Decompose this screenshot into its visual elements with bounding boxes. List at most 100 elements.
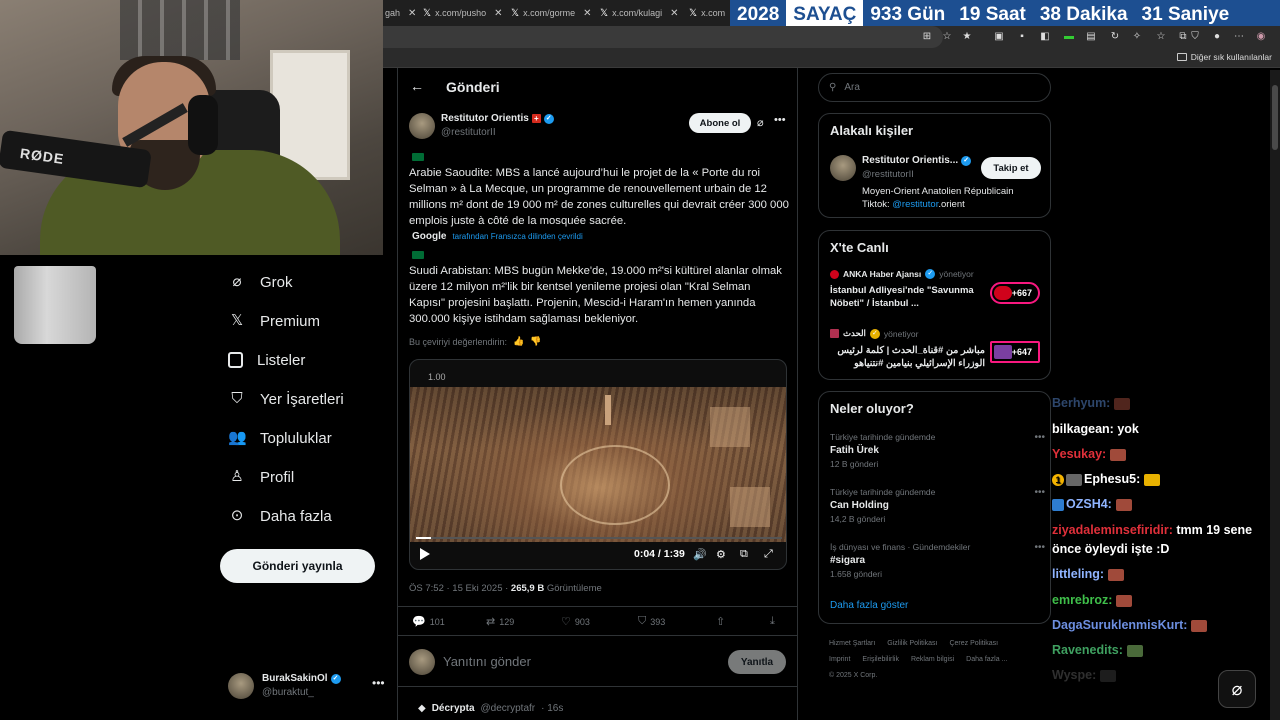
nav-item-premium[interactable]: 𝕏 Premium	[228, 309, 320, 333]
trend-item[interactable]: Türkiye tarihinde gündemde Fatih Ürek 12…	[830, 432, 1045, 469]
refresh-icon[interactable]: ↻	[1109, 31, 1121, 43]
star-icon[interactable]: ☆	[941, 31, 953, 43]
footer-link[interactable]: Gizlilik Politikası	[887, 640, 937, 647]
live-source: ANKA Haber Ajansı ✓ yönetiyor	[830, 269, 1045, 279]
show-more-link[interactable]: Daha fazla göster	[830, 600, 908, 611]
rate-translation: Bu çeviriyi değerlendirin: 👍 👎	[409, 336, 541, 347]
post-time[interactable]: ÖS 7:52 · 15 Eki 2025 ·	[409, 583, 508, 594]
subscribe-button[interactable]: Abone ol	[689, 113, 751, 133]
extension-icon[interactable]: ▬	[1063, 31, 1075, 43]
copilot-icon[interactable]: ◉	[1255, 31, 1267, 43]
share-action[interactable]: ⇧	[716, 615, 725, 628]
extensions-puzzle-icon[interactable]: ✧	[1131, 31, 1143, 43]
related-avatar[interactable]	[830, 155, 856, 181]
follow-button[interactable]: Takip et	[981, 157, 1041, 179]
video-progress-fill	[416, 537, 431, 539]
extension-icon[interactable]: ▪	[1016, 31, 1028, 43]
settings-gear-icon[interactable]: ⚙	[716, 548, 726, 561]
translated-label[interactable]: tarafından Fransızca dilinden çevrildi	[452, 232, 582, 241]
reply-input[interactable]: Yanıtını gönder	[443, 654, 531, 669]
thumbs-down-icon[interactable]: 👎	[530, 336, 541, 347]
reply-button[interactable]: Yanıtla	[728, 650, 786, 674]
footer-link[interactable]: Hizmet Şartları	[829, 640, 875, 647]
post-button[interactable]: Gönderi yayınla	[220, 549, 375, 583]
footer-link[interactable]: Imprint	[829, 656, 850, 663]
nav-item-grok[interactable]: ⌀ Grok	[228, 270, 292, 294]
browser-tab[interactable]: gah ✕	[385, 4, 419, 22]
footer-link[interactable]: Çerez Politikası	[949, 640, 998, 647]
profile-avatar-icon[interactable]: ●	[1211, 31, 1223, 43]
extension-icon[interactable]: ◧	[1039, 31, 1051, 43]
menu-dots-icon[interactable]: ⋯	[1233, 31, 1245, 43]
grok-explain-icon[interactable]: ⌀	[757, 116, 764, 129]
verified-icon: ✓	[925, 269, 936, 279]
live-item[interactable]: ANKA Haber Ajansı ✓ yönetiyor İstanbul Adl…	[830, 269, 1045, 310]
browser-tab[interactable]: 𝕏x.com/gorme ✕	[511, 4, 597, 22]
close-tab-icon[interactable]: ✕	[494, 8, 502, 19]
live-count: +667	[1011, 288, 1032, 298]
nav-item-profile[interactable]: ♙ Profil	[228, 465, 294, 489]
google-label: Google	[412, 231, 447, 242]
related-name-row[interactable]: Restitutor Orientis... ✓	[862, 155, 972, 166]
like-action[interactable]: ♡ 903	[561, 615, 590, 628]
thumbs-up-icon[interactable]: 👍	[513, 336, 524, 347]
extension-icon[interactable]: ▤	[1085, 31, 1097, 43]
nav-item-more[interactable]: ⊙ Daha fazla	[228, 504, 332, 528]
extension-icon[interactable]: ▣	[993, 31, 1005, 43]
x-favicon-icon: 𝕏	[511, 7, 520, 19]
favorite-star-icon[interactable]: ★	[961, 31, 973, 43]
video-frame[interactable]	[410, 387, 786, 542]
account-switcher[interactable]: BurakSakinOl ✓ @buraktut_ •••	[228, 672, 388, 702]
footer-link[interactable]: Reklam bilgisi	[911, 656, 954, 663]
footer-link[interactable]: Erişilebilirlik	[862, 656, 899, 663]
shield-icon[interactable]: ⛉	[1189, 31, 1201, 43]
video-progress[interactable]	[416, 537, 782, 539]
reply-action[interactable]: 💬 101	[412, 615, 445, 628]
author-avatar[interactable]	[409, 113, 435, 139]
emote-icon	[1100, 669, 1117, 682]
favorites-icon[interactable]: ☆	[1155, 31, 1167, 43]
collections-icon[interactable]: ⧉	[1177, 31, 1189, 43]
footer-link[interactable]: Daha fazla ...	[966, 656, 1007, 663]
nav-item-communities[interactable]: 👥 Topluluklar	[228, 426, 332, 450]
more-dots-icon[interactable]: •••	[774, 114, 786, 126]
more-dots-icon[interactable]: •••	[1034, 432, 1045, 443]
browser-tab[interactable]: 𝕏x.com	[689, 4, 733, 22]
search-input[interactable]: ⚲ Ara	[818, 73, 1051, 102]
trend-item[interactable]: Türkiye tarihinde gündemde Can Holding 1…	[830, 487, 1045, 524]
play-icon[interactable]	[420, 548, 430, 560]
browser-tab[interactable]: 𝕏x.com/kulagi ✕	[600, 4, 686, 22]
page-scrollbar[interactable]	[1270, 70, 1280, 720]
video-player[interactable]: 1.00 0:04 / 1:39 🔊 ⚙ ⧉ ⤢	[409, 359, 787, 570]
repost-action[interactable]: ⇄ 129	[486, 615, 514, 628]
fullscreen-icon[interactable]: ⤢	[764, 548, 773, 561]
bio-link[interactable]: @restitutor	[892, 199, 938, 210]
live-title: İstanbul Adliyesi'nde "Savunma Nöbeti" /…	[830, 285, 974, 309]
more-dots-icon[interactable]: •••	[1034, 542, 1045, 553]
download-action[interactable]: ⤓	[770, 615, 775, 628]
playback-speed[interactable]: 1.00	[428, 372, 446, 382]
scrollbar-thumb[interactable]	[1272, 85, 1278, 150]
close-tab-icon[interactable]: ✕	[408, 8, 416, 19]
install-app-icon[interactable]: ⊞	[921, 31, 933, 43]
nav-label: Yer İşaretleri	[260, 390, 344, 408]
other-bookmarks[interactable]: Diğer sık kullanılanlar	[1176, 52, 1272, 62]
nav-item-lists[interactable]: Listeler	[228, 348, 305, 372]
more-dots-icon[interactable]: •••	[372, 676, 385, 690]
reply-author-name[interactable]: Décrypta	[432, 703, 475, 714]
bookmark-action[interactable]: ⛉ 393	[638, 615, 665, 628]
browser-tab[interactable]: 𝕏x.com/pusho ✕	[423, 4, 507, 22]
volume-icon[interactable]: 🔊	[693, 548, 707, 561]
author-name-row[interactable]: Restitutor Orientis + ✓	[441, 113, 554, 124]
more-dots-icon[interactable]: •••	[1034, 487, 1045, 498]
trend-item[interactable]: İş dünyası ve finans · Gündemdekiler #si…	[830, 542, 1045, 579]
emote-icon	[1191, 619, 1208, 632]
live-item[interactable]: الحدث ✓ yönetiyor مباشر من #قناة_الحدث | ك…	[830, 328, 1045, 370]
nav-item-bookmarks[interactable]: ⛉ Yer İşaretleri	[228, 387, 344, 411]
close-tab-icon[interactable]: ✕	[583, 8, 591, 19]
back-arrow-icon[interactable]: ←	[410, 78, 424, 94]
picture-in-picture-icon[interactable]: ⧉	[740, 548, 748, 561]
address-bar[interactable]	[383, 26, 943, 48]
grok-float-icon[interactable]: ⌀	[1218, 670, 1256, 708]
close-tab-icon[interactable]: ✕	[670, 8, 678, 19]
